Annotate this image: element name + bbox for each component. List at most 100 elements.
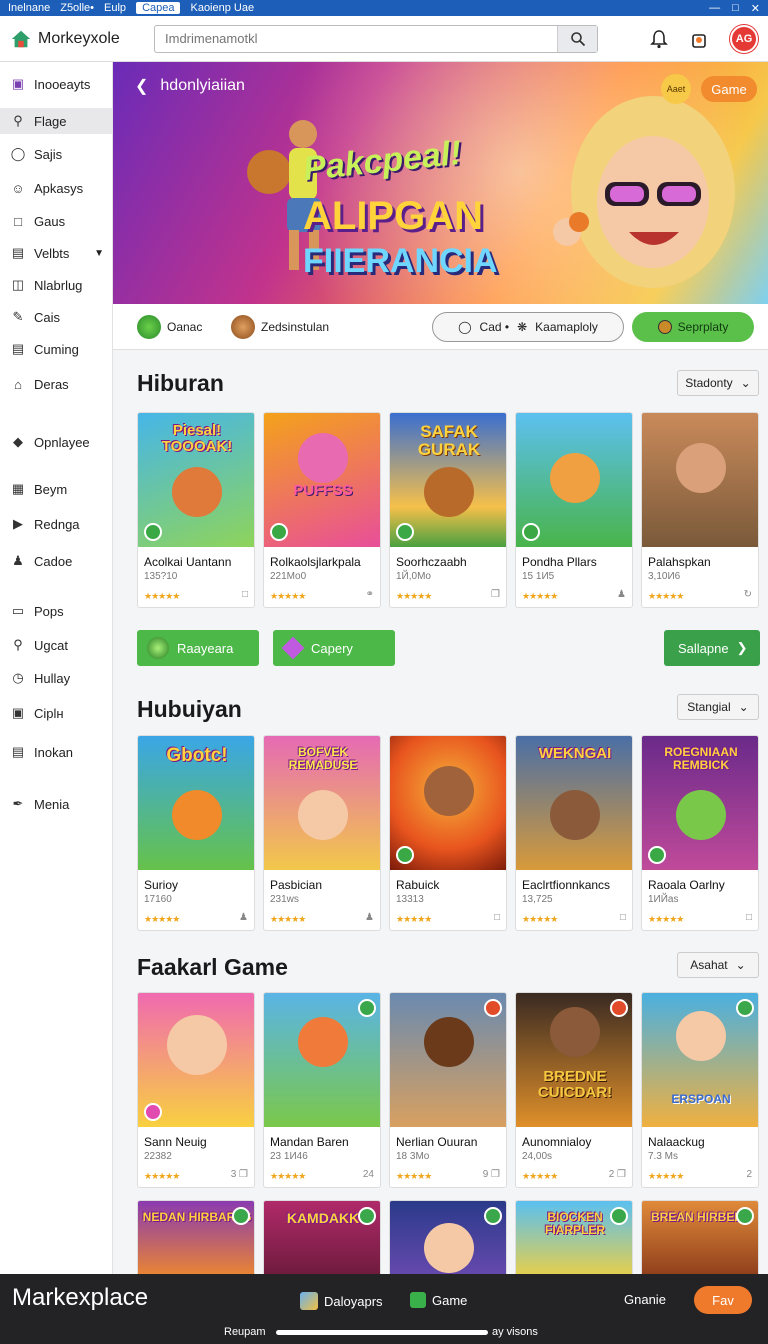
sort-label: Stadonty: [685, 376, 733, 390]
sort-dropdown[interactable]: Asahat ⌄: [677, 952, 759, 978]
game-card[interactable]: KAMDAKK: [263, 1200, 381, 1274]
character-art: [676, 1011, 726, 1061]
cart-icon[interactable]: [690, 29, 708, 49]
sidebar-item[interactable]: ◯ Sajis: [0, 141, 112, 167]
copy-icon[interactable]: 2 ❐: [609, 1169, 626, 1180]
sidebar-item[interactable]: ✒ Menia: [0, 791, 112, 817]
game-card[interactable]: SAFAK GURAK Soorhczaabh 1Й,0Mo ★★★★★ ❐: [389, 412, 507, 608]
sidebar-item[interactable]: ◆ Opnlayee: [0, 429, 112, 455]
copy-icon[interactable]: 9 ❐: [483, 1169, 500, 1180]
action-button-right[interactable]: Sallapne ❯: [664, 630, 760, 666]
chip-zedsinstulan[interactable]: Zedsinstulan: [231, 312, 329, 342]
app-logo[interactable]: Morkeyxole: [0, 28, 148, 50]
game-card[interactable]: Palahspkan 3,10И6 ★★★★★ ↻: [641, 412, 759, 608]
sidebar-item[interactable]: ▤ Velbts ▼: [0, 240, 112, 266]
chevron-left-icon[interactable]: ❮: [135, 76, 148, 96]
close-icon[interactable]: ✕: [751, 2, 760, 15]
game-card[interactable]: Sann Neuig 22382 ★★★★★ 3 ❐: [137, 992, 255, 1188]
game-card[interactable]: Rabuick 13313 ★★★★★ □: [389, 735, 507, 931]
rating-badge-icon: [358, 999, 376, 1017]
game-card[interactable]: BREAN HIRBERS: [641, 1200, 759, 1274]
game-card[interactable]: Nerlian Ouuran 18 3Mo ★★★★★ 9 ❐: [389, 992, 507, 1188]
bookmark-icon[interactable]: □: [620, 912, 626, 923]
bottom-nav-item[interactable]: Daloyaprs: [300, 1292, 383, 1310]
chevron-down-icon[interactable]: ▼: [94, 248, 104, 259]
search-button[interactable]: [557, 25, 597, 52]
game-title: Eaclrtfionnkancs: [522, 878, 611, 892]
play-icon: ▶: [13, 516, 23, 531]
sidebar-item[interactable]: ▤ Cuming: [0, 336, 112, 362]
game-card[interactable]: NEDAN HIRBARES: [137, 1200, 255, 1274]
search-box[interactable]: [154, 24, 598, 53]
copy-icon[interactable]: 3 ❐: [231, 1169, 248, 1180]
bottom-nav-item[interactable]: Gnanie: [624, 1292, 666, 1307]
action-button-left[interactable]: Raayeara: [137, 630, 259, 666]
sidebar-item[interactable]: ⚲ Flage: [0, 108, 112, 134]
sidebar-item[interactable]: ⚲ Ugcat: [0, 632, 112, 658]
coin-icon: [657, 320, 672, 334]
person-icon[interactable]: ♟: [239, 912, 248, 923]
game-card[interactable]: WEKNGAI Eaclrtfionnkancs 13,725 ★★★★★ □: [515, 735, 633, 931]
chip-group-cad[interactable]: ◯ Cad • ❋ Kaamaploly: [432, 312, 624, 342]
hero-character-girl: [553, 96, 735, 288]
game-card[interactable]: [389, 1200, 507, 1274]
sidebar-item[interactable]: ⌂ Deras: [0, 371, 112, 397]
sidebar-item[interactable]: ▣ Ciplн: [0, 700, 112, 726]
character-art: [298, 433, 348, 483]
bell-icon[interactable]: [650, 29, 668, 49]
bottom-nav-item[interactable]: Game: [410, 1292, 467, 1308]
copy-icon[interactable]: ❐: [491, 589, 500, 600]
game-card[interactable]: BIOCKEN FIARPLER: [515, 1200, 633, 1274]
minimize-icon[interactable]: —: [709, 2, 720, 15]
sidebar-item[interactable]: □ Gaus: [0, 208, 112, 234]
sort-dropdown[interactable]: Stadonty ⌄: [677, 370, 759, 396]
chip-oanac[interactable]: Oanac: [137, 312, 202, 342]
game-title: Acolkai Uantann: [144, 555, 232, 569]
game-meta: 221Mo0: [270, 571, 307, 582]
fav-button[interactable]: Fav: [694, 1286, 752, 1314]
search-input[interactable]: [155, 25, 557, 52]
character-art: [172, 467, 222, 517]
hero-banner[interactable]: ❮ hdonlyiaiian Pakcpeal! ALIPGAN FIIERAN…: [113, 62, 768, 304]
game-card[interactable]: Pondha Pllars 15 1И5 ★★★★★ ♟: [515, 412, 633, 608]
hero-badge[interactable]: Aaet: [661, 74, 691, 104]
sidebar-item[interactable]: ♟ Cadoe: [0, 548, 112, 574]
bookmark-icon[interactable]: □: [242, 589, 248, 600]
sidebar-item[interactable]: ✎ Cais: [0, 304, 112, 330]
maximize-icon[interactable]: □: [732, 2, 739, 15]
edit-icon: ✎: [12, 309, 24, 324]
game-card[interactable]: BREDNE CUICDAR! Aunomnialoy 24,00s ★★★★★ 2 ❐: [515, 992, 633, 1188]
game-card[interactable]: Piesal! TOOOAK! Acolkai Uantann 135?10 ★★★★…: [137, 412, 255, 608]
sidebar-item[interactable]: ▤ Inokan: [0, 739, 112, 765]
sidebar-item[interactable]: ☺ Apkasys: [0, 175, 112, 201]
bookmark-icon[interactable]: □: [494, 912, 500, 923]
sidebar-item[interactable]: ▣ Inooeayts: [0, 71, 112, 97]
bookmark-icon[interactable]: □: [746, 912, 752, 923]
sidebar-item-label: Redngа: [34, 516, 80, 532]
sidebar-item[interactable]: ▦ Beym: [0, 476, 112, 502]
sidebar-item[interactable]: ◫ Nlabrlug: [0, 272, 112, 298]
game-card[interactable]: Gbotc! Suriоy 17160 ★★★★★ ♟: [137, 735, 255, 931]
hero-back[interactable]: ❮ hdonlyiaiian: [135, 76, 245, 96]
window-controls[interactable]: — □ ✕: [709, 2, 760, 15]
action-button-mid[interactable]: Capery: [273, 630, 395, 666]
share-icon[interactable]: ⚭: [366, 589, 374, 600]
sidebar-item[interactable]: ◷ Hullay: [0, 665, 112, 691]
sidebar-item[interactable]: ▭ Pops: [0, 598, 112, 624]
chip-seprplaty[interactable]: Seprplaty: [632, 312, 754, 342]
game-card[interactable]: ROEGNIAAN REMBICK Raoala Oarlny 1ИЙas ★★★★★…: [641, 735, 759, 931]
game-card[interactable]: PUFFSS Rolkaolsjlarkpala 221Mo0 ★★★★★ ⚭: [263, 412, 381, 608]
sort-dropdown[interactable]: Stangial ⌄: [677, 694, 759, 720]
scroll-track[interactable]: [276, 1330, 488, 1335]
sidebar-item[interactable]: ▶ Redngа: [0, 511, 112, 537]
game-card[interactable]: Mandan Baren 23 1И46 ★★★★★ 24: [263, 992, 381, 1188]
hero-game-button[interactable]: Game: [701, 76, 757, 102]
avatar[interactable]: AG: [730, 24, 758, 53]
game-card[interactable]: BOFVEK REMADUSE Pasbician 231ws ★★★★★ ♟: [263, 735, 381, 931]
group-icon[interactable]: ♟: [365, 912, 374, 923]
user-icon[interactable]: ♟: [617, 589, 626, 600]
refresh-icon[interactable]: ↻: [744, 589, 752, 600]
game-art: NEDAN HIRBARES: [138, 1201, 254, 1274]
game-card[interactable]: ERSPOAN Nalaackug 7.3 Ms ★★★★★ 2: [641, 992, 759, 1188]
sidebar-item-label: Menia: [34, 796, 70, 812]
